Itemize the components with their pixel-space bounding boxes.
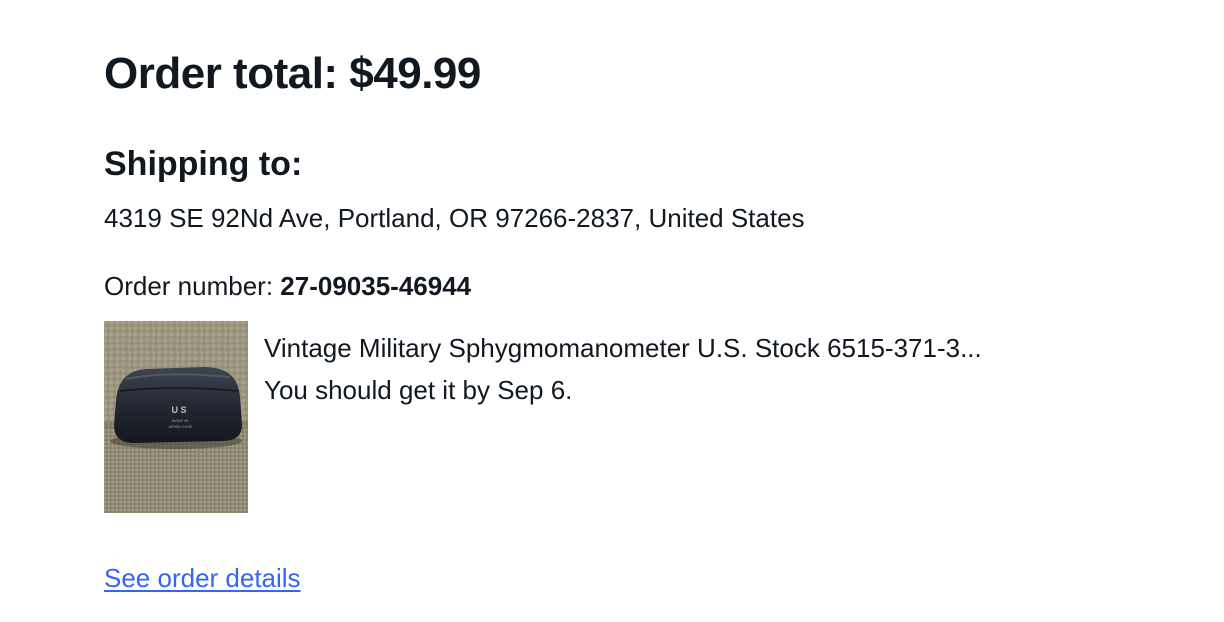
order-item: U S MADE IN JAPAN CASE Vintage Military … xyxy=(104,321,1184,513)
shipping-address: 4319 SE 92Nd Ave, Portland, OR 97266-283… xyxy=(104,203,805,233)
order-number: Order number: 27-09035-46944 xyxy=(104,268,471,304)
item-photo: U S MADE IN JAPAN CASE xyxy=(104,321,248,513)
item-photo-text-2: MADE IN xyxy=(172,418,189,423)
item-photo-text-3: JAPAN CASE xyxy=(168,424,193,429)
delivery-estimate: You should get it by Sep 6. xyxy=(264,375,573,405)
shipping-title: Shipping to: xyxy=(104,145,303,183)
order-number-value: 27-09035-46944 xyxy=(280,271,472,301)
order-number-label: Order number: xyxy=(104,271,281,301)
item-info: Vintage Military Sphygmomanometer U.S. S… xyxy=(264,327,982,411)
order-total-heading: Order total: $49.99 xyxy=(104,49,481,98)
item-title[interactable]: Vintage Military Sphygmomanometer U.S. S… xyxy=(264,327,982,369)
see-order-details-link[interactable]: See order details xyxy=(104,560,301,596)
item-thumbnail[interactable]: U S MADE IN JAPAN CASE xyxy=(104,321,248,513)
item-photo-text-1: U S xyxy=(171,405,186,415)
